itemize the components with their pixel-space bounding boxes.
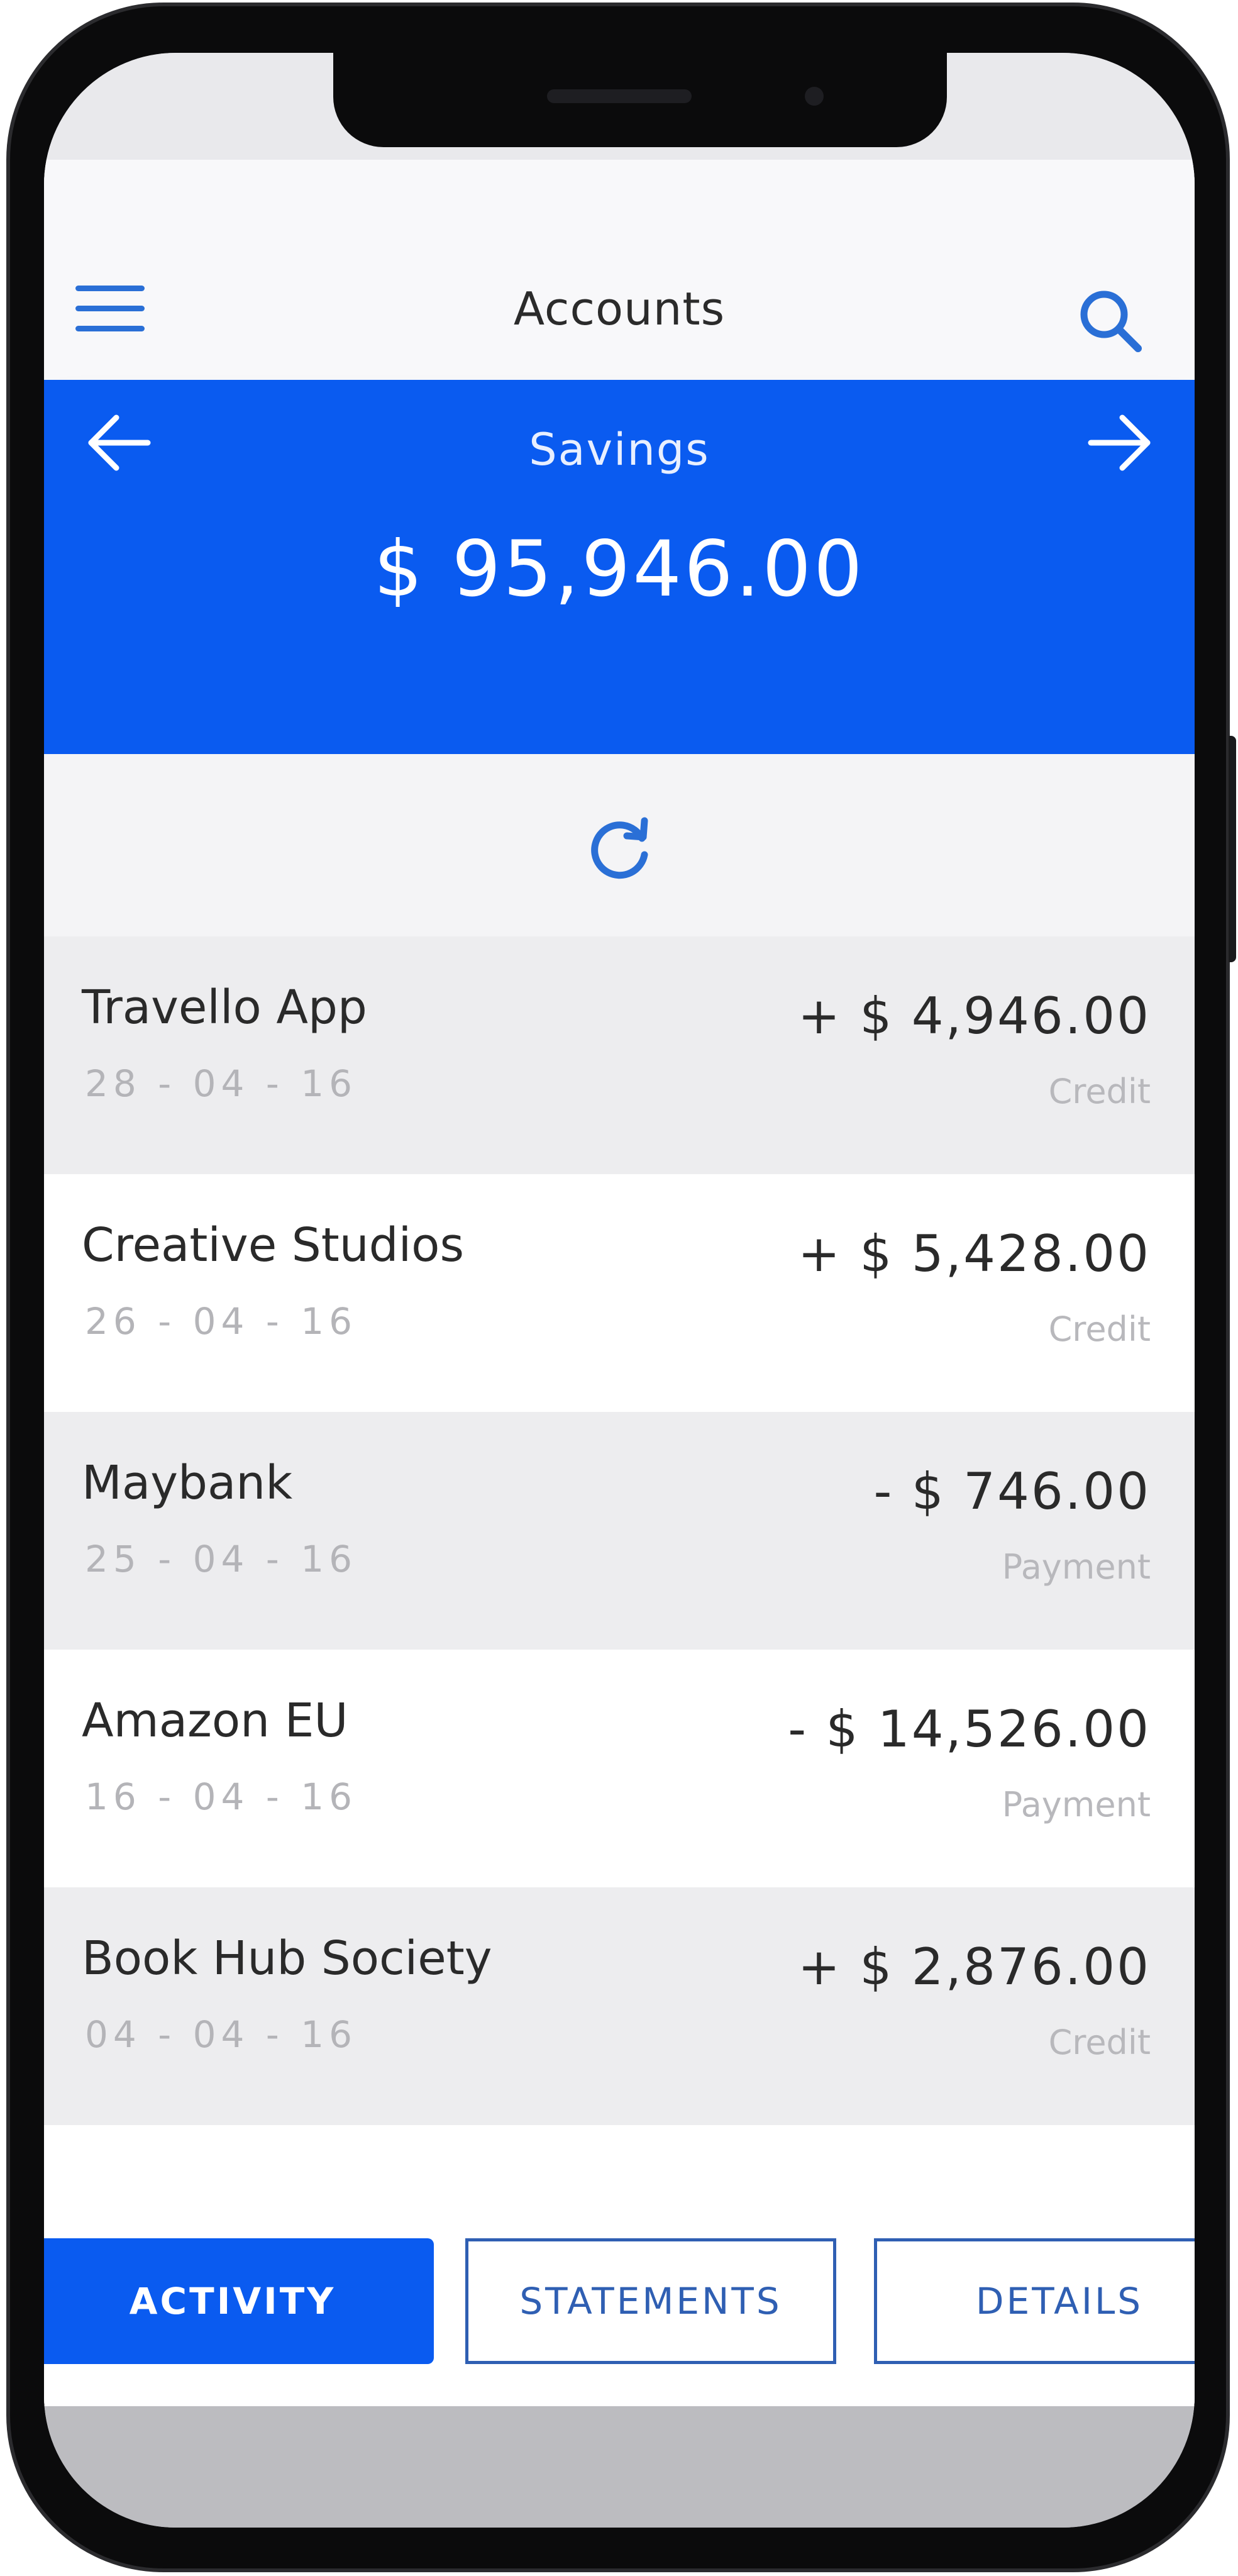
refresh-area <box>44 754 1195 936</box>
transaction-type: Credit <box>1048 2023 1151 2062</box>
transaction-amount: + $ 4,946.00 <box>797 987 1151 1045</box>
account-balance: $ 95,946.00 <box>373 525 865 614</box>
tab-details[interactable]: DETAILS <box>874 2238 1195 2364</box>
transaction-date: 16 - 04 - 16 <box>85 1775 358 1818</box>
status-bar-area <box>44 53 1195 160</box>
account-balance-card: Savings $ 95,946.00 <box>44 380 1195 754</box>
transaction-type: Payment <box>1002 1547 1151 1587</box>
transaction-type: Payment <box>1002 1785 1151 1824</box>
transaction-name: Maybank <box>82 1456 293 1510</box>
transaction-amount: - $ 746.00 <box>873 1462 1151 1521</box>
transaction-row[interactable]: Travello App 28 - 04 - 16 + $ 4,946.00 C… <box>44 936 1195 1174</box>
transaction-list: Travello App 28 - 04 - 16 + $ 4,946.00 C… <box>44 936 1195 2125</box>
transaction-row[interactable]: Book Hub Society 04 - 04 - 16 + $ 2,876.… <box>44 1887 1195 2125</box>
transaction-name: Travello App <box>82 980 367 1035</box>
top-navbar: Accounts <box>44 160 1195 380</box>
tab-activity[interactable]: ACTIVITY <box>44 2238 434 2364</box>
transaction-row[interactable]: Maybank 25 - 04 - 16 - $ 746.00 Payment <box>44 1412 1195 1650</box>
refresh-icon[interactable] <box>582 811 657 886</box>
transaction-type: Credit <box>1048 1072 1151 1111</box>
transaction-date: 28 - 04 - 16 <box>85 1062 358 1105</box>
phone-notch <box>333 53 947 147</box>
transaction-amount: + $ 5,428.00 <box>797 1224 1151 1283</box>
phone-screen: Accounts Savings $ 95,946.00 Travello Ap… <box>44 53 1195 2528</box>
arrow-right-icon[interactable] <box>1081 408 1157 477</box>
transaction-date: 25 - 04 - 16 <box>85 1538 358 1580</box>
transaction-type: Credit <box>1048 1309 1151 1349</box>
transaction-name: Book Hub Society <box>82 1931 492 1985</box>
transaction-row[interactable]: Creative Studios 26 - 04 - 16 + $ 5,428.… <box>44 1174 1195 1412</box>
front-camera <box>805 87 824 106</box>
account-name: Savings <box>529 424 710 475</box>
transaction-amount: - $ 14,526.00 <box>788 1700 1151 1758</box>
transaction-amount: + $ 2,876.00 <box>797 1938 1151 1996</box>
transaction-date: 04 - 04 - 16 <box>85 2013 358 2056</box>
home-indicator-area <box>44 2406 1195 2528</box>
search-icon[interactable] <box>1075 286 1144 355</box>
transaction-date: 26 - 04 - 16 <box>85 1300 358 1343</box>
accounts-app: Accounts Savings $ 95,946.00 Travello Ap… <box>44 160 1195 2406</box>
transaction-name: Creative Studios <box>82 1218 465 1272</box>
transaction-name: Amazon EU <box>82 1694 348 1748</box>
bottom-tab-bar: ACTIVITY STATEMENTS DETAILS <box>44 2141 1195 2406</box>
transaction-row[interactable]: Amazon EU 16 - 04 - 16 - $ 14,526.00 Pay… <box>44 1650 1195 1887</box>
phone-side-button <box>1229 736 1236 962</box>
tab-statements[interactable]: STATEMENTS <box>465 2238 836 2364</box>
page-title: Accounts <box>513 282 726 335</box>
speaker-grille <box>547 89 692 103</box>
